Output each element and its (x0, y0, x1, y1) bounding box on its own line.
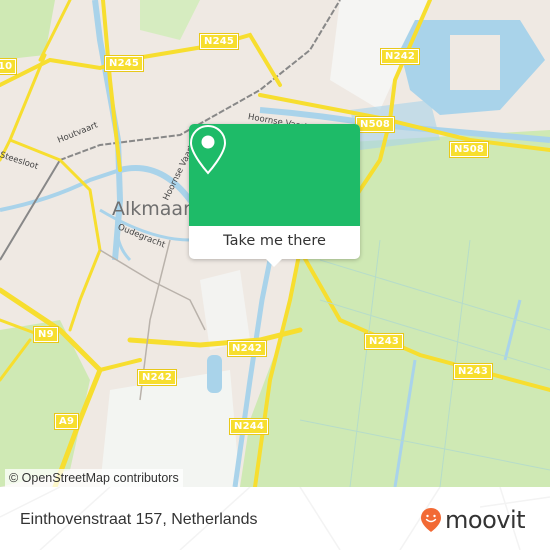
map-canvas[interactable]: N245 N245 N242 N508 N508 N9 N242 N242 A9… (0, 0, 550, 487)
road-shield-n508: N508 (448, 141, 490, 158)
minor-road (99, 249, 206, 331)
farmland-area (0, 0, 55, 60)
road (98, 358, 142, 372)
take-me-there-button[interactable]: Take me there (189, 226, 360, 259)
marina-block (450, 35, 500, 90)
destination-address: Einthovenstraat 157, Netherlands (20, 511, 258, 528)
road-shield-n243: N243 (363, 333, 405, 350)
pond (207, 355, 222, 393)
farmland-area (140, 0, 200, 40)
map-attribution[interactable]: © OpenStreetMap contributors (5, 469, 183, 487)
road-shield-n242: N242 (136, 369, 178, 386)
canal (0, 168, 121, 212)
popup-pointer (265, 258, 283, 267)
moovit-pin-smile-icon (421, 508, 441, 532)
moovit-wordmark: moovit (445, 506, 526, 534)
road-shield-n243: N243 (452, 363, 494, 380)
location-pin-icon (189, 124, 227, 175)
road-shield-n9: N9 (33, 326, 59, 343)
road-shield-n245: N245 (103, 55, 145, 72)
destination-popup: Take me there (189, 124, 360, 267)
road-shield-partial: 10 (0, 58, 18, 75)
city-label-alkmaar: Alkmaar (112, 198, 191, 220)
road-shield-n245: N245 (198, 33, 240, 50)
road-shield-n244: N244 (228, 418, 270, 435)
road-shield-n242: N242 (379, 48, 421, 65)
road-shield-n508: N508 (354, 116, 396, 133)
popup-header (189, 124, 360, 226)
road-shield-n242: N242 (226, 340, 268, 357)
moovit-logo[interactable]: moovit (420, 506, 526, 534)
light-area (200, 270, 250, 350)
road-shield-a9: A9 (53, 413, 80, 430)
